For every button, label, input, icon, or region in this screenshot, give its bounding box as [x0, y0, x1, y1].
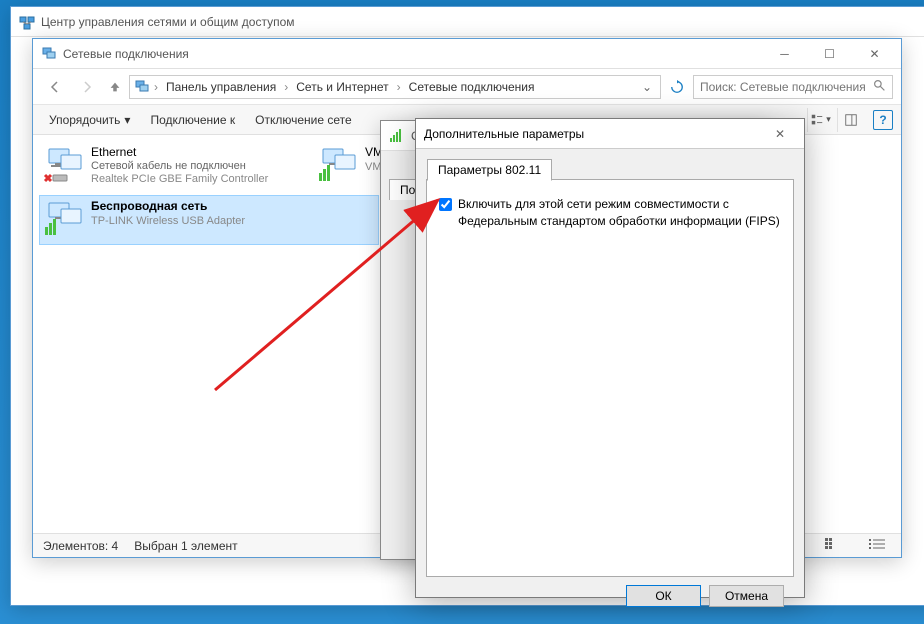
- window-title: Центр управления сетями и общим доступом: [41, 15, 924, 29]
- breadcrumb-separator: ›: [152, 80, 160, 94]
- connection-device: TP-LINK Wireless USB Adapter: [91, 215, 245, 227]
- breadcrumb-separator: ›: [282, 80, 290, 94]
- network-connections-icon: [41, 46, 57, 62]
- window-controls: ─ ☐ ✕: [762, 40, 897, 68]
- breadcrumb-item[interactable]: Сеть и Интернет: [292, 80, 392, 94]
- navigation-bar: › Панель управления › Сеть и Интернет › …: [33, 69, 901, 105]
- titlebar[interactable]: Дополнительные параметры ✕: [416, 119, 804, 149]
- breadcrumb[interactable]: › Панель управления › Сеть и Интернет › …: [129, 75, 661, 99]
- titlebar[interactable]: Центр управления сетями и общим доступом…: [11, 7, 924, 37]
- window-title: Сетевые подключения: [63, 47, 762, 61]
- network-item-ethernet[interactable]: Ethernet Сетевой кабель не подключен Rea…: [39, 141, 309, 191]
- breadcrumb-item[interactable]: Сетевые подключения: [405, 80, 539, 94]
- view-options-button[interactable]: ▾: [807, 108, 833, 132]
- breadcrumb-separator: ›: [395, 80, 403, 94]
- network-item-wireless[interactable]: Беспроводная сеть TP-LINK Wireless USB A…: [39, 195, 379, 245]
- list-view-icon[interactable]: [863, 538, 891, 553]
- chevron-down-icon: ▾: [124, 113, 130, 127]
- minimize-button[interactable]: ─: [762, 40, 807, 68]
- wireless-icon: [43, 199, 83, 239]
- close-button[interactable]: ✕: [760, 120, 800, 148]
- help-button[interactable]: ?: [873, 110, 893, 130]
- connect-menu[interactable]: Подключение к: [142, 109, 243, 131]
- selection-count: Выбран 1 элемент: [134, 539, 237, 553]
- breadcrumb-item[interactable]: Панель управления: [162, 80, 280, 94]
- breadcrumb-dropdown[interactable]: ⌄: [638, 80, 656, 94]
- cancel-button[interactable]: Отмена: [709, 585, 784, 607]
- search-box[interactable]: [693, 75, 893, 99]
- vmware-icon: [317, 145, 357, 185]
- preview-pane-button[interactable]: [837, 108, 863, 132]
- disable-menu[interactable]: Отключение сете: [247, 109, 360, 131]
- fips-checkbox[interactable]: [439, 198, 452, 211]
- search-icon: [873, 79, 886, 95]
- item-count: Элементов: 4: [43, 539, 118, 553]
- titlebar[interactable]: Сетевые подключения ─ ☐ ✕: [33, 39, 901, 69]
- close-button[interactable]: ✕: [852, 40, 897, 68]
- connection-name: Ethernet: [91, 145, 268, 159]
- organize-menu[interactable]: Упорядочить ▾: [41, 109, 138, 131]
- tab-panel: Параметры 802.11 Включить для этой сети …: [426, 179, 794, 577]
- connection-name: Беспроводная сеть: [91, 199, 245, 213]
- up-button[interactable]: [105, 73, 125, 101]
- connection-device: Realtek PCIe GBE Family Controller: [91, 173, 268, 185]
- fips-label[interactable]: Включить для этой сети режим совместимос…: [458, 196, 781, 230]
- maximize-button[interactable]: ☐: [807, 40, 852, 68]
- details-view-icon[interactable]: [819, 538, 847, 553]
- forward-button[interactable]: [73, 73, 101, 101]
- ethernet-icon: [43, 145, 83, 185]
- wifi-signal-icon: [389, 128, 405, 144]
- back-button[interactable]: [41, 73, 69, 101]
- breadcrumb-icon: [134, 79, 150, 95]
- refresh-button[interactable]: [665, 75, 689, 99]
- search-input[interactable]: [700, 80, 873, 94]
- additional-params-window: Дополнительные параметры ✕ Параметры 802…: [415, 118, 805, 598]
- fips-checkbox-row: Включить для этой сети режим совместимос…: [439, 196, 781, 230]
- network-center-icon: [19, 14, 35, 30]
- window-title: Дополнительные параметры: [424, 127, 760, 141]
- ok-button[interactable]: ОК: [626, 585, 701, 607]
- connection-status: Сетевой кабель не подключен: [91, 160, 268, 172]
- tab-80211[interactable]: Параметры 802.11: [427, 159, 552, 181]
